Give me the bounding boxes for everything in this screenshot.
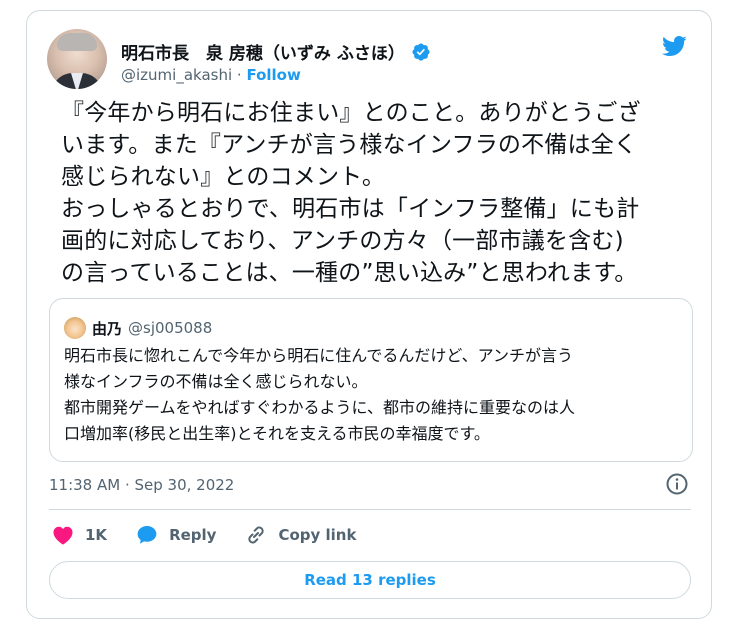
twitter-bird-icon[interactable]: [659, 33, 689, 59]
speech-bubble-icon: [137, 526, 157, 544]
like-count: 1K: [85, 526, 108, 544]
author-avatar[interactable]: [47, 29, 107, 89]
quoted-tweet[interactable]: 由乃 @sj005088 明石市長に惚れこんで今年から明石に住んでるんだけど、ア…: [49, 298, 693, 462]
quoted-author-handle: @sj005088: [128, 319, 213, 337]
link-icon: [248, 526, 265, 544]
heart-icon: [53, 526, 73, 545]
info-icon[interactable]: [665, 472, 689, 496]
tweet-timestamp[interactable]: 11:38 AM · Sep 30, 2022: [49, 476, 234, 494]
like-button[interactable]: 1K: [51, 523, 107, 547]
author-handle-row: @izumi_akashi · Follow: [121, 66, 301, 84]
reply-label: Reply: [169, 526, 217, 544]
author-name-row: 明石市長 泉 房穂（いずみ ふさほ）: [121, 39, 431, 64]
quoted-tweet-text: 明石市長に惚れこんで今年から明石に住んでるんだけど、アンチが言う 様なインフラの…: [64, 346, 576, 443]
quoted-author-name: 由乃: [92, 319, 123, 338]
quoted-author-row: 由乃 @sj005088: [64, 317, 212, 339]
action-bar: 1K Reply Copy link: [51, 523, 384, 547]
follow-button[interactable]: Follow: [246, 66, 300, 84]
author-display-name[interactable]: 明石市長 泉 房穂（いずみ ふさほ）: [121, 39, 405, 64]
copy-link-label: Copy link: [278, 526, 357, 544]
divider: [49, 509, 691, 510]
verified-badge-icon: [412, 42, 430, 61]
author-handle[interactable]: @izumi_akashi: [121, 66, 232, 84]
tweet-text: 『今年から明石にお住まい』とのこと。ありがとうござ います。また『アンチが言う様…: [61, 100, 641, 286]
tweet-card: 明石市長 泉 房穂（いずみ ふさほ） @izumi_akashi · Follo…: [26, 10, 712, 619]
copy-link-button[interactable]: Copy link: [244, 523, 356, 547]
handle-separator: ·: [232, 66, 247, 84]
quoted-author-avatar: [64, 317, 86, 339]
read-replies-button[interactable]: Read 13 replies: [49, 561, 691, 599]
reply-button[interactable]: Reply: [135, 523, 216, 547]
